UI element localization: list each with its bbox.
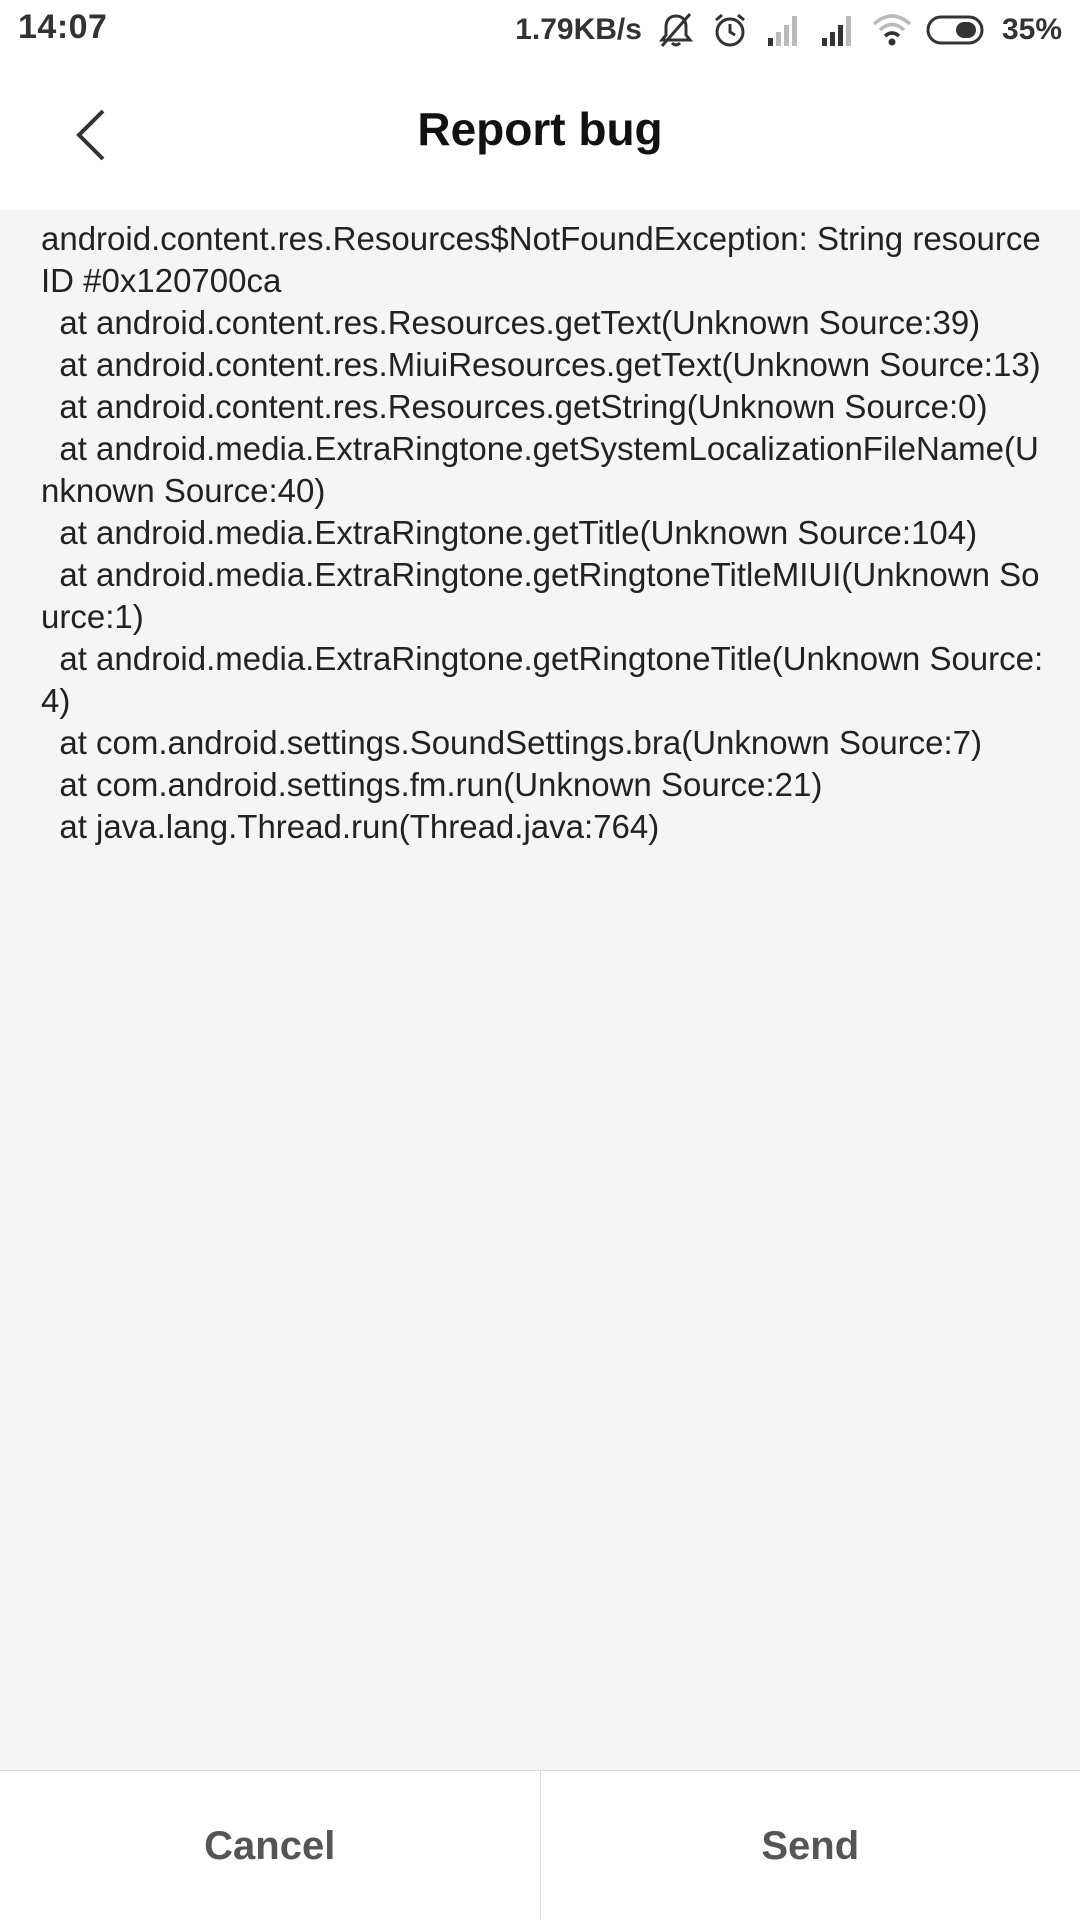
network-speed: 1.79KB/s <box>515 13 642 46</box>
action-bar: Cancel Send <box>0 1770 1080 1920</box>
bug-report-text: android.content.res.Resources$NotFoundEx… <box>41 220 1044 845</box>
alarm-icon <box>710 10 750 50</box>
status-time: 14:07 <box>18 8 108 46</box>
send-button[interactable]: Send <box>541 1771 1080 1920</box>
status-bar: 14:07 1.79KB/s 35% <box>0 0 1080 60</box>
cancel-button[interactable]: Cancel <box>0 1771 540 1920</box>
page-title: Report bug <box>417 103 663 155</box>
status-icons: 1.79KB/s 35% <box>515 6 1062 54</box>
battery-percent: 35% <box>1001 13 1062 46</box>
wifi-icon <box>872 10 912 50</box>
mute-bell-icon <box>656 10 696 50</box>
signal-weak-icon <box>764 10 804 50</box>
bug-report-content[interactable]: android.content.res.Resources$NotFoundEx… <box>0 210 1080 1770</box>
header: Report bug <box>0 60 1080 210</box>
signal-icon <box>818 10 858 50</box>
battery-icon <box>926 14 988 46</box>
report-bug-screen: 14:07 1.79KB/s 35% Report bug android.co… <box>0 0 1080 1920</box>
